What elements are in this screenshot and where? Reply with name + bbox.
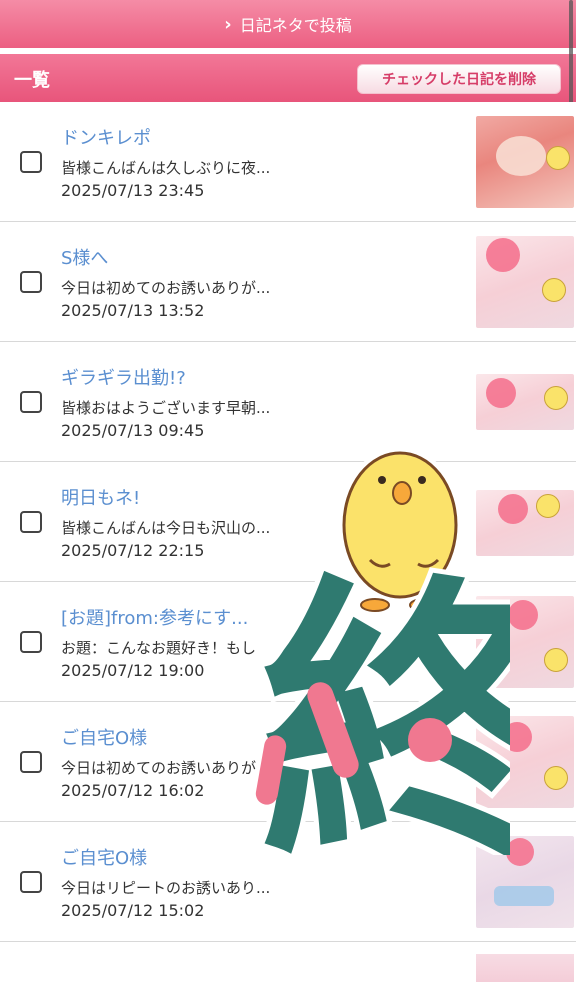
entry-date: 2025/07/12 16:02: [61, 781, 205, 800]
entry-date: 2025/07/13 09:45: [61, 421, 205, 440]
chick-sticker-overlay: 終: [255, 447, 510, 855]
entry-date: 2025/07/12 19:00: [61, 661, 205, 680]
checkbox-icon[interactable]: [20, 751, 42, 773]
entry-title[interactable]: S様へ: [61, 244, 108, 270]
chick-icon: [544, 766, 568, 790]
checkbox-icon[interactable]: [20, 271, 42, 293]
post-from-diary-topic-button[interactable]: › 日記ネタで投稿: [0, 0, 576, 48]
entry-snippet: 今日はリピートのお誘いあり...: [61, 879, 271, 897]
chick-icon: [544, 648, 568, 672]
delete-checked-button[interactable]: チェックした日記を削除: [357, 64, 561, 94]
entry-title[interactable]: ご自宅O様: [61, 844, 147, 870]
entry-thumbnail[interactable]: [476, 954, 574, 982]
entry-title[interactable]: [お題]from:参考にす...: [61, 604, 248, 630]
sticker-character: 終: [255, 547, 510, 855]
entry-snippet: 今日は初めてのお誘いありが: [61, 759, 257, 777]
entry-date: 2025/07/12 22:15: [61, 541, 205, 560]
entry-snippet: 今日は初めてのお誘いありが...: [61, 279, 271, 297]
list-title: 一覧: [14, 70, 50, 91]
entry-date: 2025/07/13 13:52: [61, 301, 205, 320]
entry-title[interactable]: 明日もネ!: [61, 484, 140, 510]
entry-thumbnail[interactable]: [476, 116, 574, 208]
entry-title[interactable]: ご自宅O様: [61, 724, 147, 750]
entry-date: 2025/07/12 15:02: [61, 901, 205, 920]
list-header: 一覧 チェックした日記を削除: [0, 54, 576, 102]
entry-title[interactable]: ドンキレポ: [61, 124, 151, 150]
checkbox-icon[interactable]: [20, 511, 42, 533]
checkbox-icon[interactable]: [20, 631, 42, 653]
entry-snippet: 皆様こんばんは久しぶりに夜...: [61, 159, 271, 177]
list-item[interactable]: ドンキレポ 皆様こんばんは久しぶりに夜... 2025/07/13 23:45: [0, 102, 576, 222]
post-from-diary-topic-label: 日記ネタで投稿: [239, 16, 352, 35]
list-item[interactable]: S様へ 今日は初めてのお誘いありが... 2025/07/13 13:52: [0, 222, 576, 342]
entry-snippet: お題：こんなお題好き！もし: [61, 639, 257, 657]
entry-snippet: 皆様おはようございます早朝...: [61, 399, 271, 417]
chick-icon: [542, 278, 566, 302]
chick-icon: [546, 146, 570, 170]
chick-icon: [544, 386, 568, 410]
chick-icon: [536, 494, 560, 518]
entry-title[interactable]: ギラギラ出勤!?: [61, 364, 186, 390]
checkbox-icon[interactable]: [20, 391, 42, 413]
svg-text:終: 終: [260, 552, 510, 855]
list-item[interactable]: [0, 942, 576, 982]
checkbox-icon[interactable]: [20, 151, 42, 173]
entry-thumbnail[interactable]: [476, 236, 574, 328]
entry-thumbnail[interactable]: [476, 374, 574, 430]
entry-date: 2025/07/13 23:45: [61, 181, 205, 200]
entry-snippet: 皆様こんばんは今日も沢山の...: [61, 519, 271, 537]
chevron-right-icon: ›: [224, 13, 232, 35]
checkbox-icon[interactable]: [20, 871, 42, 893]
